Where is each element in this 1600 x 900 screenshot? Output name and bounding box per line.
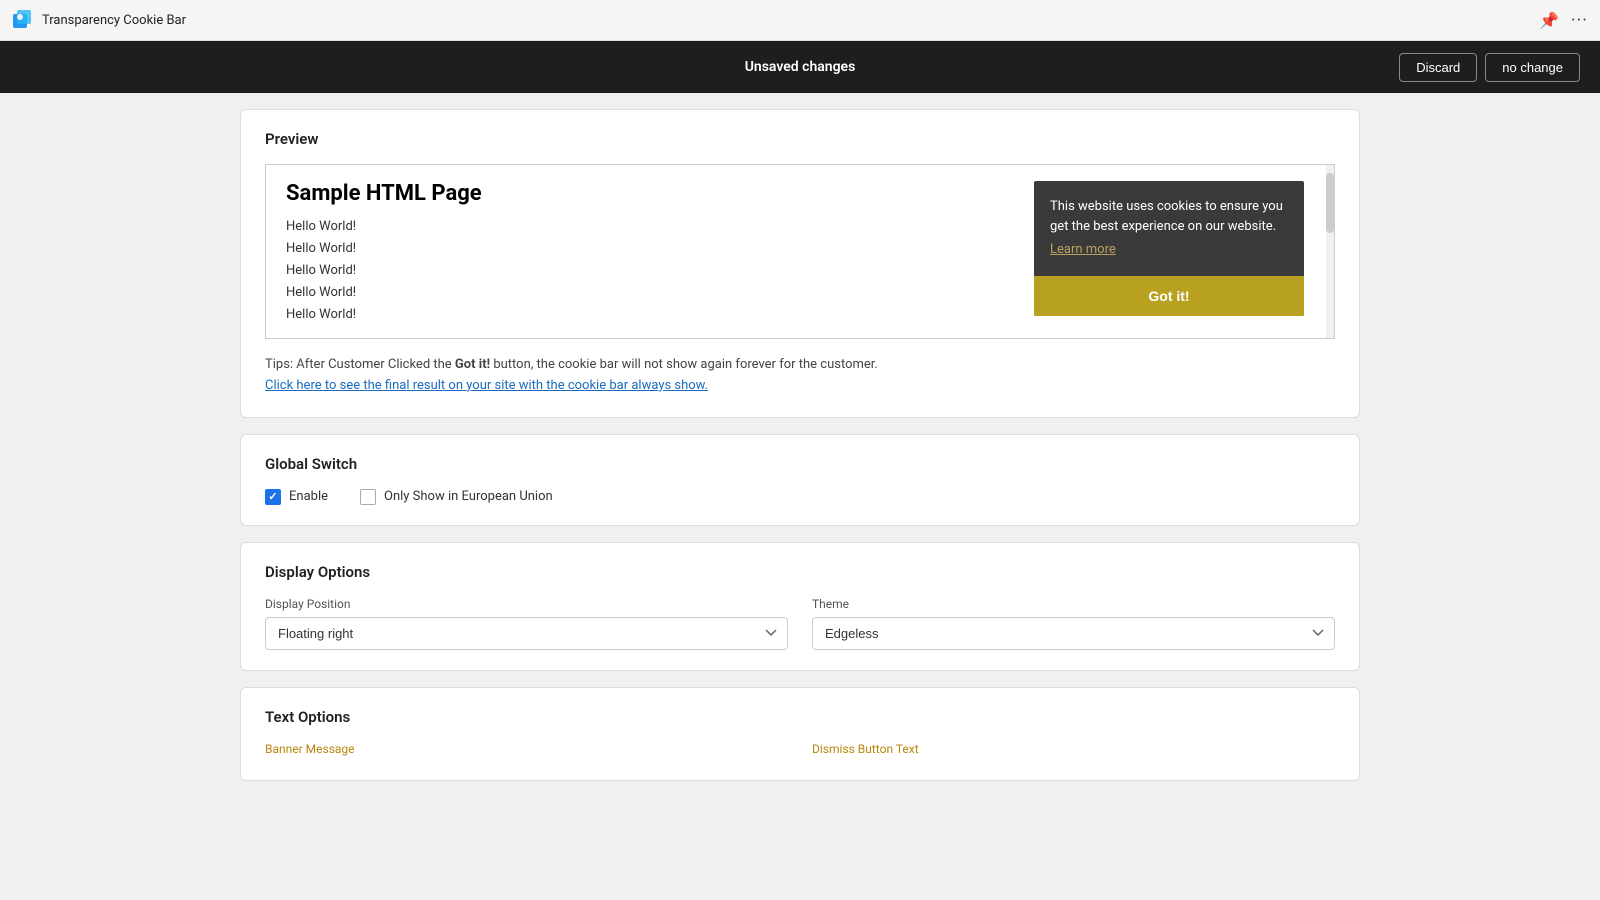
cookie-bar: This website uses cookies to ensure you … xyxy=(1034,181,1304,316)
cookie-got-it-button[interactable]: Got it! xyxy=(1034,276,1304,316)
display-options-card: Display Options Display Position Floatin… xyxy=(240,542,1360,671)
display-options-title: Display Options xyxy=(265,563,1335,581)
position-select[interactable]: Floating right Floating left Top bar Bot… xyxy=(265,617,788,650)
enable-checkbox-item[interactable]: Enable xyxy=(265,489,328,505)
cookie-bar-message-text: This website uses cookies to ensure you … xyxy=(1050,199,1283,234)
action-bar: Unsaved changes Discard no change xyxy=(0,41,1600,93)
title-bar-left: Transparency Cookie Bar xyxy=(12,9,186,31)
banner-message-label: Banner Message xyxy=(265,742,788,756)
eu-checkbox-item[interactable]: Only Show in European Union xyxy=(360,489,553,505)
preview-section-title: Preview xyxy=(265,130,1335,148)
text-options-row: Banner Message Dismiss Button Text xyxy=(265,742,1335,760)
dismiss-button-label: Dismiss Button Text xyxy=(812,742,1335,756)
tips-bold: Got it! xyxy=(455,357,490,372)
more-icon[interactable]: ··· xyxy=(1571,10,1588,31)
app-icon xyxy=(12,9,34,31)
position-form-group: Display Position Floating right Floating… xyxy=(265,597,788,650)
title-bar-right: 📌 ··· xyxy=(1539,10,1588,31)
action-bar-buttons: Discard no change xyxy=(1399,53,1580,82)
theme-form-group: Theme Edgeless Classic Modern xyxy=(812,597,1335,650)
no-change-button[interactable]: no change xyxy=(1485,53,1580,82)
theme-select[interactable]: Edgeless Classic Modern xyxy=(812,617,1335,650)
eu-checkbox[interactable] xyxy=(360,489,376,505)
enable-checkbox[interactable] xyxy=(265,489,281,505)
title-bar: Transparency Cookie Bar 📌 ··· xyxy=(0,0,1600,41)
cookie-learn-more-link[interactable]: Learn more xyxy=(1050,240,1288,260)
position-label: Display Position xyxy=(265,597,788,611)
eu-label: Only Show in European Union xyxy=(384,489,553,504)
unsaved-changes-label: Unsaved changes xyxy=(745,59,856,75)
global-switch-card: Global Switch Enable Only Show in Europe… xyxy=(240,434,1360,526)
dismiss-button-col: Dismiss Button Text xyxy=(812,742,1335,760)
checkbox-row: Enable Only Show in European Union xyxy=(265,489,1335,505)
preview-iframe: Sample HTML Page Hello World! Hello Worl… xyxy=(265,164,1335,339)
preview-content: Sample HTML Page Hello World! Hello Worl… xyxy=(266,165,1334,338)
pin-icon[interactable]: 📌 xyxy=(1539,11,1559,30)
tips-link[interactable]: Click here to see the final result on yo… xyxy=(265,378,708,393)
tips-text2: button, the cookie bar will not show aga… xyxy=(490,357,878,372)
scrollbar-thumb xyxy=(1326,173,1334,233)
banner-message-col: Banner Message xyxy=(265,742,788,760)
display-options-form-row: Display Position Floating right Floating… xyxy=(265,597,1335,650)
text-options-title: Text Options xyxy=(265,708,1335,726)
global-switch-title: Global Switch xyxy=(265,455,1335,473)
cookie-bar-message: This website uses cookies to ensure you … xyxy=(1034,181,1304,268)
theme-label: Theme xyxy=(812,597,1335,611)
app-title: Transparency Cookie Bar xyxy=(42,13,186,28)
text-options-card: Text Options Banner Message Dismiss Butt… xyxy=(240,687,1360,781)
preview-card: Preview Sample HTML Page Hello World! He… xyxy=(240,109,1360,418)
tips-text1: Tips: After Customer Clicked the xyxy=(265,357,455,372)
preview-scrollbar xyxy=(1326,165,1334,338)
discard-button[interactable]: Discard xyxy=(1399,53,1477,82)
enable-label: Enable xyxy=(289,489,328,504)
tips-section: Tips: After Customer Clicked the Got it!… xyxy=(265,355,1335,397)
main-content: Preview Sample HTML Page Hello World! He… xyxy=(220,93,1380,813)
